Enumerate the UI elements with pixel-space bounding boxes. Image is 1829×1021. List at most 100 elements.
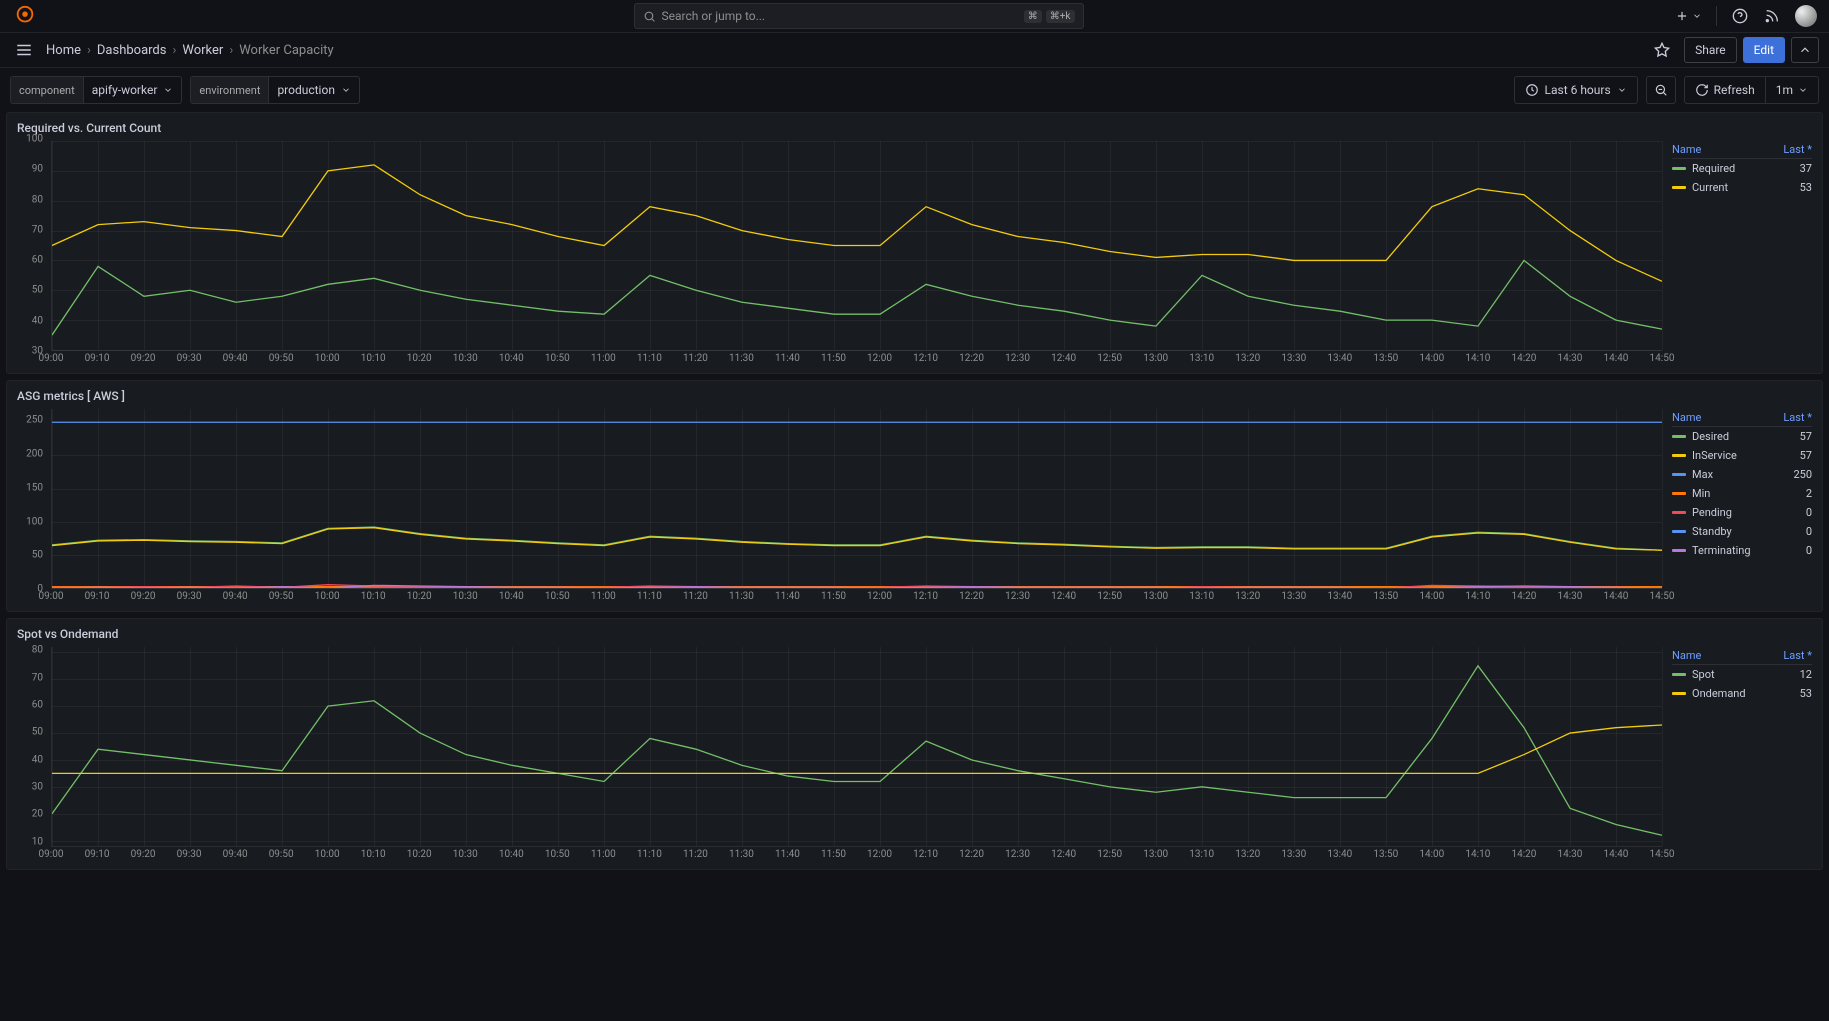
legend-swatch xyxy=(1672,435,1686,438)
legend-value: 0 xyxy=(1806,525,1812,538)
legend-swatch xyxy=(1672,530,1686,533)
chevron-down-icon xyxy=(1798,85,1808,95)
chevron-right-icon: › xyxy=(87,43,91,58)
legend-value: 250 xyxy=(1793,468,1812,481)
legend-item[interactable]: Terminating0 xyxy=(1672,541,1812,560)
chart[interactable]: 3040506070809010009:0009:1009:2009:3009:… xyxy=(17,139,1662,369)
chevron-down-icon xyxy=(163,85,173,95)
legend-item[interactable]: Spot12 xyxy=(1672,665,1812,684)
x-axis: 09:0009:1009:2009:3009:4009:5010:0010:10… xyxy=(51,353,1662,369)
edit-button[interactable]: Edit xyxy=(1743,37,1785,63)
legend-value: 57 xyxy=(1800,449,1812,462)
var-environment-value[interactable]: production xyxy=(269,77,359,103)
refresh-icon xyxy=(1695,83,1709,97)
refresh-button[interactable]: Refresh xyxy=(1685,77,1765,103)
x-axis: 09:0009:1009:2009:3009:4009:5010:0010:10… xyxy=(51,591,1662,607)
crumb-dashboards[interactable]: Dashboards xyxy=(97,43,167,58)
legend-value: 0 xyxy=(1806,506,1812,519)
panel: ASG metrics [ AWS ] 05010015020025009:000… xyxy=(6,380,1823,612)
legend-name: Ondemand xyxy=(1692,687,1800,700)
star-button[interactable] xyxy=(1650,38,1674,62)
legend-item[interactable]: Desired57 xyxy=(1672,427,1812,446)
legend-item[interactable]: Min2 xyxy=(1672,484,1812,503)
chevron-down-icon xyxy=(1692,11,1702,21)
chevron-right-icon: › xyxy=(172,43,176,58)
var-component: component apify-worker xyxy=(10,76,182,104)
legend-value: 37 xyxy=(1800,162,1812,175)
chart[interactable]: 102030405060708009:0009:1009:2009:3009:4… xyxy=(17,645,1662,865)
news-button[interactable] xyxy=(1763,7,1781,25)
crumb-worker[interactable]: Worker xyxy=(182,43,223,58)
menu-button[interactable] xyxy=(10,36,38,64)
user-avatar[interactable] xyxy=(1795,5,1817,27)
share-button[interactable]: Share xyxy=(1684,37,1737,63)
grafana-logo[interactable] xyxy=(14,5,36,27)
legend-name: Desired xyxy=(1692,430,1800,443)
legend-swatch xyxy=(1672,673,1686,676)
legend-value: 2 xyxy=(1806,487,1812,500)
chart[interactable]: 05010015020025009:0009:1009:2009:3009:40… xyxy=(17,407,1662,607)
time-range-picker[interactable]: Last 6 hours xyxy=(1514,76,1638,104)
legend-name: Standby xyxy=(1692,525,1806,538)
legend-swatch xyxy=(1672,549,1686,552)
var-environment: environment production xyxy=(190,76,360,104)
menu-icon xyxy=(15,41,33,59)
legend-swatch xyxy=(1672,186,1686,189)
panel-title[interactable]: ASG metrics [ AWS ] xyxy=(17,389,1812,403)
y-axis: 1020304050607080 xyxy=(17,645,47,847)
y-axis: 050100150200250 xyxy=(17,407,47,589)
zoom-out-button[interactable] xyxy=(1646,76,1676,104)
panel-title[interactable]: Required vs. Current Count xyxy=(17,121,1812,135)
legend-swatch xyxy=(1672,692,1686,695)
legend: NameLast *Spot12Ondemand53 xyxy=(1672,645,1812,865)
help-icon xyxy=(1732,8,1748,24)
search-icon xyxy=(643,10,656,23)
legend-item[interactable]: Standby0 xyxy=(1672,522,1812,541)
legend: NameLast *Required37Current53 xyxy=(1672,139,1812,369)
legend-value: 53 xyxy=(1800,181,1812,194)
collapse-button[interactable] xyxy=(1791,37,1819,63)
plot-area xyxy=(51,647,1662,847)
clock-icon xyxy=(1525,83,1539,97)
legend-item[interactable]: InService57 xyxy=(1672,446,1812,465)
breadcrumb: Home › Dashboards › Worker › Worker Capa… xyxy=(46,43,334,58)
legend-item[interactable]: Pending0 xyxy=(1672,503,1812,522)
refresh-control: Refresh 1m xyxy=(1684,76,1819,104)
var-label: environment xyxy=(191,77,269,103)
legend-name: Current xyxy=(1692,181,1800,194)
legend-swatch xyxy=(1672,167,1686,170)
legend-item[interactable]: Ondemand53 xyxy=(1672,684,1812,703)
add-button[interactable] xyxy=(1675,9,1702,23)
search-input[interactable]: Search or jump to... ⌘ ⌘+k xyxy=(634,3,1084,29)
legend-swatch xyxy=(1672,473,1686,476)
legend-value: 53 xyxy=(1800,687,1812,700)
chevron-up-icon xyxy=(1798,43,1812,57)
search-placeholder: Search or jump to... xyxy=(662,9,1020,23)
chevron-down-icon xyxy=(341,85,351,95)
legend-swatch xyxy=(1672,511,1686,514)
legend-name: InService xyxy=(1692,449,1800,462)
plot-area xyxy=(51,409,1662,589)
legend-name: Max xyxy=(1692,468,1793,481)
legend-value: 57 xyxy=(1800,430,1812,443)
var-component-value[interactable]: apify-worker xyxy=(84,77,182,103)
plus-icon xyxy=(1675,9,1689,23)
panel: Spot vs Ondemand 102030405060708009:0009:… xyxy=(6,618,1823,870)
crumb-home[interactable]: Home xyxy=(46,43,81,58)
panel: Required vs. Current Count 30405060708090… xyxy=(6,112,1823,374)
var-label: component xyxy=(11,77,84,103)
help-button[interactable] xyxy=(1731,7,1749,25)
chevron-right-icon: › xyxy=(229,43,233,58)
legend-item[interactable]: Current53 xyxy=(1672,178,1812,197)
legend-item[interactable]: Max250 xyxy=(1672,465,1812,484)
legend-item[interactable]: Required37 xyxy=(1672,159,1812,178)
panel-title[interactable]: Spot vs Ondemand xyxy=(17,627,1812,641)
x-axis: 09:0009:1009:2009:3009:4009:5010:0010:10… xyxy=(51,849,1662,865)
legend-name: Spot xyxy=(1692,668,1800,681)
legend-swatch xyxy=(1672,454,1686,457)
legend: NameLast *Desired57InService57Max250Min2… xyxy=(1672,407,1812,607)
legend-name: Terminating xyxy=(1692,544,1806,557)
divider xyxy=(1716,6,1717,26)
refresh-interval-picker[interactable]: 1m xyxy=(1765,77,1818,103)
legend-value: 12 xyxy=(1800,668,1812,681)
